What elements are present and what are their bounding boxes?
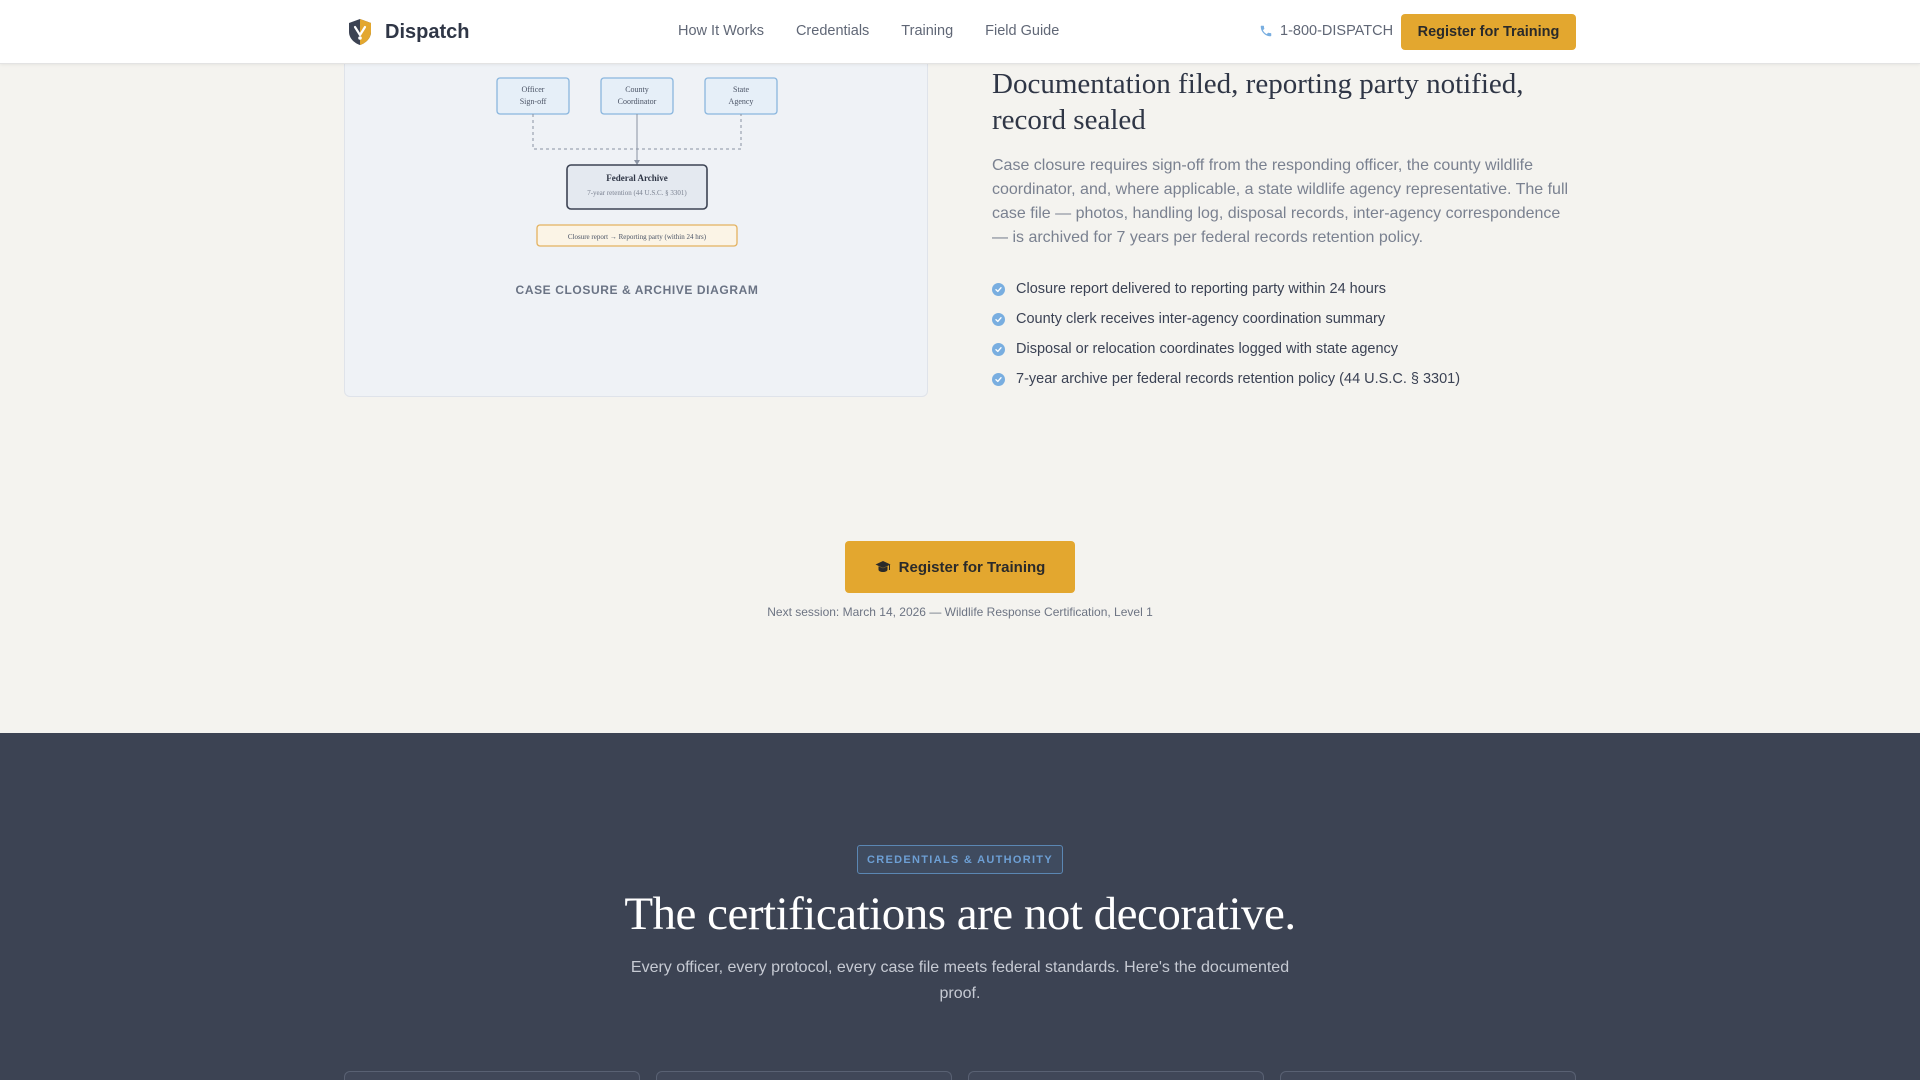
closure-report-label: Closure report → Reporting party (within…: [568, 233, 707, 241]
header-register-button[interactable]: Register for Training: [1401, 14, 1576, 50]
case-closure-diagram: Officer Sign-off County Coordinator Stat…: [496, 77, 778, 247]
next-session-note: Next session: March 14, 2026 — Wildlife …: [767, 605, 1153, 619]
credentials-title: The certifications are not decorative.: [624, 888, 1296, 940]
officer-signoff-box: [496, 77, 570, 115]
check-circle-icon: [992, 372, 1005, 386]
phone-link[interactable]: 1-800-DISPATCH: [1259, 23, 1393, 39]
nav-how-it-works[interactable]: How It Works: [678, 23, 764, 39]
check-circle-icon: [992, 312, 1005, 326]
brand-link[interactable]: Dispatch: [347, 18, 469, 46]
list-item: Disposal or relocation coordinates logge…: [992, 334, 1460, 364]
county-box-line1: County: [625, 85, 649, 94]
nav-credentials[interactable]: Credentials: [796, 23, 869, 39]
credential-card: [1280, 1071, 1576, 1080]
credentials-badge: CREDENTIALS & AUTHORITY: [857, 845, 1063, 874]
register-training-button[interactable]: Register for Training: [845, 541, 1075, 593]
graduation-cap-icon: [875, 561, 891, 572]
county-coordinator-box: [600, 77, 674, 115]
check-circle-icon: [992, 342, 1005, 356]
closure-description: Case closure requires sign-off from the …: [992, 157, 1569, 246]
county-box-line2: Coordinator: [618, 97, 657, 106]
credential-card: [656, 1071, 952, 1080]
list-item: 7-year archive per federal records reten…: [992, 364, 1460, 394]
nav-training[interactable]: Training: [901, 23, 953, 39]
list-item: Closure report delivered to reporting pa…: [992, 274, 1460, 304]
checklist-text: Disposal or relocation coordinates logge…: [1016, 341, 1399, 357]
checklist-text: 7-year archive per federal records reten…: [1016, 371, 1461, 387]
closure-checklist: Closure report delivered to reporting pa…: [992, 274, 1460, 394]
shield-icon: [349, 19, 371, 45]
case-closure-diagram-card: Officer Sign-off County Coordinator Stat…: [344, 44, 928, 397]
credentials-subtitle: Every officer, every protocol, every cas…: [630, 959, 1290, 1002]
credentials-section: CREDENTIALS & AUTHORITY The certificatio…: [0, 733, 1920, 1080]
diagram-caption: CASE CLOSURE & ARCHIVE DIAGRAM: [515, 283, 759, 297]
nav-field-guide[interactable]: Field Guide: [985, 23, 1059, 39]
state-box-line1: State: [733, 85, 749, 94]
checklist-text: County clerk receives inter-agency coord…: [1016, 311, 1386, 327]
federal-archive-box: [566, 164, 708, 210]
closure-title: Documentation filed, reporting party not…: [992, 68, 1524, 136]
archive-box-title: Federal Archive: [606, 173, 668, 183]
officer-box-line1: Officer: [522, 85, 545, 94]
state-agency-box: [704, 77, 778, 115]
archive-box-subtitle: 7-year retention (44 U.S.C. § 3301): [587, 189, 687, 197]
main-nav: How It Works Credentials Training Field …: [678, 23, 1059, 39]
list-item: County clerk receives inter-agency coord…: [992, 304, 1460, 334]
phone-number: 1-800-DISPATCH: [1280, 23, 1394, 39]
officer-box-line2: Sign-off: [520, 97, 547, 106]
credential-card: [344, 1071, 640, 1080]
brand-name: Dispatch: [385, 20, 470, 43]
check-circle-icon: [992, 282, 1005, 296]
register-training-label: Register for Training: [898, 558, 1046, 576]
checklist-text: Closure report delivered to reporting pa…: [1016, 281, 1386, 297]
site-header: Dispatch How It Works Credentials Traini…: [0, 0, 1920, 64]
phone-icon: [1260, 25, 1272, 37]
credential-card: [968, 1071, 1264, 1080]
state-box-line2: Agency: [729, 97, 754, 106]
